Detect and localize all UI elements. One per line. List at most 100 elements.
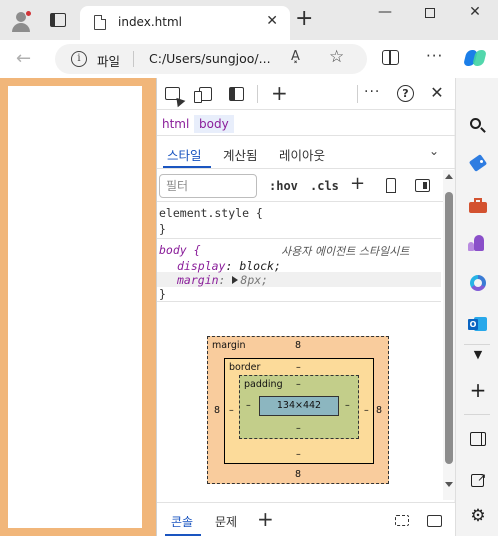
navigation-bar: ← i 파일 C:/Users/sungjoo/... A͓ ☆ ···	[0, 40, 498, 78]
maximize-icon	[425, 8, 435, 18]
tab-close-icon[interactable]: ✕	[266, 13, 278, 29]
back-button[interactable]: ←	[16, 48, 31, 69]
copilot-icon[interactable]	[463, 48, 487, 68]
computed-sidebar-toggle-icon[interactable]	[415, 179, 430, 192]
new-tab-button[interactable]: +	[295, 8, 313, 30]
site-info-icon[interactable]: i	[71, 51, 87, 67]
styles-subtabs: 스타일 계산됨 레이아웃 ⌄	[157, 137, 455, 169]
padding-bottom-value[interactable]: –	[296, 423, 301, 434]
box-model-padding[interactable]: padding – – – – 134×442	[239, 375, 359, 439]
edge-sidebar: O ▼ + ↗ ⚙	[455, 78, 498, 536]
split-screen-icon[interactable]	[382, 50, 399, 65]
border-right-value[interactable]: –	[364, 405, 369, 416]
class-toggle[interactable]: .cls	[310, 179, 339, 193]
toolbox-icon[interactable]	[468, 196, 488, 216]
browser-menu-icon[interactable]: ···	[426, 47, 443, 65]
expand-triangle-icon[interactable]	[232, 276, 239, 284]
tab-actions-icon[interactable]	[50, 13, 66, 27]
tab-console[interactable]: 콘솔	[171, 513, 193, 530]
padding-left-value[interactable]: –	[246, 400, 251, 411]
url-text[interactable]: C:/Users/sungjoo/...	[149, 51, 271, 66]
new-style-rule-button[interactable]: +	[350, 173, 365, 194]
dock-drawer-icon[interactable]	[427, 515, 442, 527]
rendering-emulation-icon[interactable]	[386, 178, 396, 193]
side-panel-icon[interactable]	[468, 430, 488, 450]
devtools-panel: + ··· ? ✕ html body 스타일 계산됨 레이아웃 ⌄ 필터 :h…	[156, 78, 455, 536]
tab-issues[interactable]: 문제	[215, 513, 237, 530]
devtools-toolbar: + ··· ? ✕	[157, 78, 455, 110]
sidebar-divider	[464, 344, 490, 345]
tab-title: index.html	[118, 15, 182, 29]
element-style-selector: element.style {	[159, 206, 263, 220]
notification-dot-icon	[25, 10, 32, 17]
element-style-rule[interactable]: element.style { }	[157, 203, 441, 239]
minimize-button[interactable]: —	[370, 4, 400, 24]
declaration-display[interactable]: display: block;	[177, 259, 281, 273]
border-top-value[interactable]: –	[296, 362, 301, 373]
scroll-up-icon[interactable]	[445, 174, 453, 179]
padding-top-value[interactable]: –	[296, 379, 301, 390]
dock-side-icon[interactable]	[229, 87, 244, 101]
box-model-border[interactable]: border – – – – padding – – – – 134×442	[224, 358, 374, 464]
property-value: block;	[239, 259, 281, 273]
add-sidebar-app-button[interactable]: +	[468, 380, 488, 400]
body-selector: body {	[159, 243, 201, 257]
property-value: 8px;	[240, 273, 269, 287]
sidebar-divider	[464, 414, 490, 415]
hover-state-toggle[interactable]: :hov	[269, 179, 298, 193]
breadcrumb-body[interactable]: body	[194, 115, 234, 133]
box-model-content[interactable]: 134×442	[259, 396, 339, 416]
page-viewport[interactable]	[0, 78, 156, 536]
open-external-icon[interactable]: ↗	[468, 470, 488, 490]
devtools-menu-icon[interactable]: ···	[364, 84, 380, 100]
breadcrumb-html[interactable]: html	[157, 115, 194, 133]
border-left-value[interactable]: –	[229, 405, 234, 416]
box-model-margin[interactable]: margin 8 8 8 8 border – – – – padding – …	[207, 336, 389, 484]
margin-right-value[interactable]: 8	[376, 405, 382, 416]
maximize-button[interactable]	[415, 4, 445, 24]
quick-view-toggle-icon[interactable]	[395, 515, 409, 526]
favorite-star-icon[interactable]: ☆	[329, 47, 344, 67]
add-drawer-tab-button[interactable]: +	[257, 507, 274, 531]
browser-tab[interactable]: index.html ✕	[80, 6, 290, 40]
games-chess-icon[interactable]	[468, 233, 488, 253]
chevron-down-icon[interactable]: ⌄	[429, 144, 439, 158]
tab-computed[interactable]: 계산됨	[223, 145, 258, 164]
settings-gear-icon[interactable]: ⚙	[468, 506, 488, 526]
close-window-button[interactable]: ✕	[460, 4, 490, 24]
border-bottom-value[interactable]: –	[296, 449, 301, 460]
margin-bottom-value[interactable]: 8	[295, 469, 301, 480]
profile-avatar-icon[interactable]	[10, 10, 32, 32]
rule-close-brace: }	[159, 222, 166, 236]
outlook-icon[interactable]: O	[468, 314, 488, 334]
shopping-tag-icon[interactable]	[468, 154, 488, 174]
close-devtools-icon[interactable]: ✕	[429, 83, 445, 102]
body-style-rule[interactable]: body { 사용자 에이전트 스타일시트 display: block; ma…	[157, 240, 441, 302]
margin-label: margin	[212, 340, 246, 351]
border-label: border	[229, 362, 261, 373]
help-icon[interactable]: ?	[397, 85, 414, 102]
search-icon[interactable]	[468, 116, 488, 136]
margin-left-value[interactable]: 8	[214, 405, 220, 416]
declaration-margin[interactable]: margin: 8px;	[177, 273, 268, 287]
more-tools-button[interactable]: +	[271, 81, 288, 105]
styles-scrollbar[interactable]	[443, 170, 455, 500]
device-emulation-icon[interactable]	[194, 87, 212, 103]
scroll-thumb[interactable]	[445, 192, 453, 464]
scroll-down-icon[interactable]	[445, 482, 453, 487]
address-bar[interactable]: i 파일 C:/Users/sungjoo/... A͓ ☆	[55, 44, 367, 74]
styles-filter-input[interactable]: 필터	[159, 174, 257, 198]
tab-layout[interactable]: 레이아웃	[279, 145, 325, 164]
tab-styles[interactable]: 스타일	[167, 145, 202, 164]
microsoft-365-icon[interactable]	[468, 273, 488, 293]
rule-close-brace: }	[159, 287, 166, 301]
sidebar-dropdown-icon[interactable]: ▼	[468, 348, 488, 368]
scheme-label: 파일	[97, 54, 121, 69]
property-name: display	[177, 259, 226, 273]
title-bar: index.html ✕ + — ✕	[0, 0, 498, 40]
dom-breadcrumb: html body	[157, 111, 455, 136]
inspect-element-icon[interactable]	[165, 87, 180, 100]
padding-right-value[interactable]: –	[345, 400, 350, 411]
margin-top-value[interactable]: 8	[295, 340, 301, 351]
read-aloud-icon[interactable]: A͓	[291, 49, 300, 64]
